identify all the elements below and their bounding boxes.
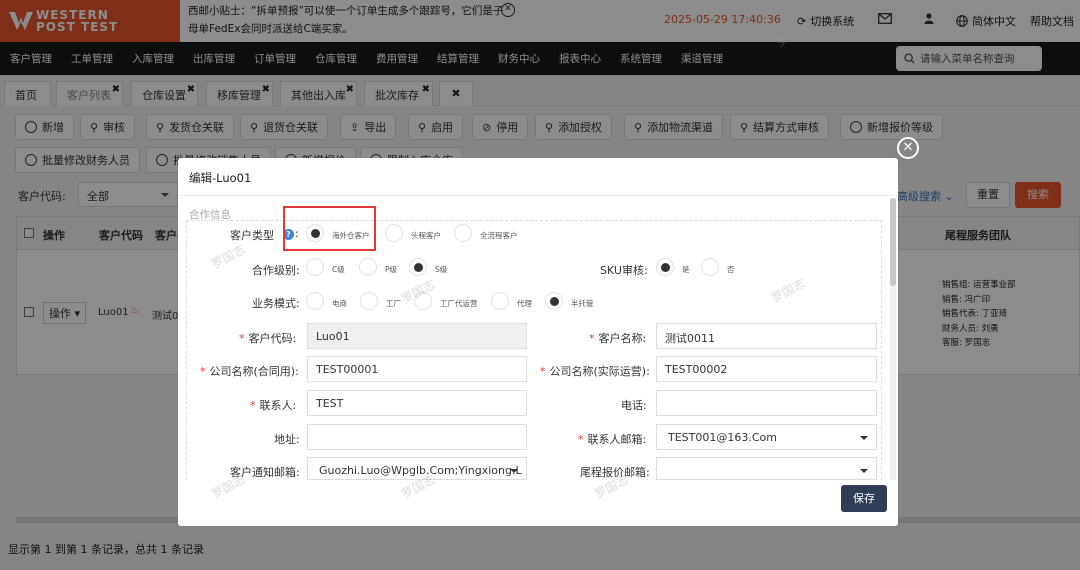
company-name-actual-label: * 公司名称(实际运营): [540, 363, 650, 379]
customer-name-input[interactable]: 测试0011 [656, 323, 877, 349]
business-mode-radio-factory[interactable] [360, 292, 378, 310]
company-name-contract-label: * 公司名称(合同用): [200, 363, 299, 379]
customer-type-label: 客户类型 [230, 229, 274, 242]
phone-input[interactable] [656, 390, 877, 416]
customer-type-radio-full-process[interactable] [454, 224, 472, 242]
business-mode-option: 半托管 [571, 299, 594, 308]
required-mark: * [200, 365, 206, 378]
modal-close-icon[interactable]: ✕ [897, 137, 919, 159]
company-name-contract-input[interactable]: TEST00001 [307, 356, 527, 382]
contact-email-label: * 联系人邮箱: [578, 431, 646, 447]
customer-type-option: 全流程客户 [480, 231, 518, 240]
required-mark: * [239, 332, 245, 345]
business-mode-radio-semi-managed[interactable] [545, 292, 563, 310]
sku-review-radio-yes[interactable] [656, 258, 674, 276]
customer-type-radio-first-leg[interactable] [385, 224, 403, 242]
customer-name-label: * 客户名称: [589, 330, 646, 346]
coop-level-radio-s[interactable] [409, 258, 427, 276]
business-mode-option: 工厂代运营 [440, 299, 478, 308]
customer-code-label: * 客户代码: [239, 330, 296, 346]
modal-title: 编辑-Luo01 [189, 171, 252, 185]
phone-label: 电话: [621, 399, 647, 412]
contact-label: * 联系人: [250, 397, 296, 413]
customer-type-option: 头程客户 [411, 231, 441, 240]
modal-divider [178, 195, 898, 196]
business-mode-option: 电商 [332, 299, 347, 308]
sku-review-option: 是 [682, 265, 690, 274]
save-button[interactable]: 保存 [841, 485, 887, 512]
tail-quote-email-select[interactable] [656, 457, 877, 480]
contact-email-label-text: 联系人邮箱: [587, 433, 647, 446]
contact-email-select[interactable]: TEST001@163.Com [656, 424, 877, 450]
modal-scrollbar-thumb[interactable] [890, 198, 896, 286]
highlight-box [283, 206, 376, 251]
contact-label-text: 联系人: [259, 399, 297, 412]
customer-code-input: Luo01 [307, 323, 527, 349]
business-mode-option: 代理 [517, 299, 532, 308]
required-mark: * [250, 399, 256, 412]
sku-review-option: 否 [727, 265, 735, 274]
required-mark: * [578, 433, 584, 446]
address-input[interactable] [307, 424, 527, 450]
contact-input[interactable]: TEST [307, 390, 527, 416]
business-mode-radio-ecommerce[interactable] [306, 292, 324, 310]
coop-level-label: 合作级别: [252, 264, 300, 277]
customer-code-label-text: 客户代码: [248, 332, 297, 345]
coop-level-radio-p[interactable] [359, 258, 377, 276]
company-name-contract-label-text: 公司名称(合同用): [209, 365, 299, 378]
required-mark: * [589, 332, 595, 345]
company-name-actual-input[interactable]: TEST00002 [656, 356, 877, 382]
customer-name-label-text: 客户名称: [598, 332, 647, 345]
business-mode-label: 业务模式: [252, 297, 300, 310]
business-mode-radio-agent[interactable] [491, 292, 509, 310]
sku-review-radio-no[interactable] [701, 258, 719, 276]
sku-review-label: SKU审核: [600, 264, 648, 277]
coop-level-option: S级 [435, 265, 448, 274]
coop-level-option: C级 [332, 265, 345, 274]
address-label: 地址: [274, 433, 300, 446]
coop-level-radio-c[interactable] [306, 258, 324, 276]
company-name-actual-label-text: 公司名称(实际运营): [549, 365, 650, 378]
business-mode-option: 工厂 [386, 299, 401, 308]
required-mark: * [540, 365, 546, 378]
coop-level-option: P级 [385, 265, 398, 274]
